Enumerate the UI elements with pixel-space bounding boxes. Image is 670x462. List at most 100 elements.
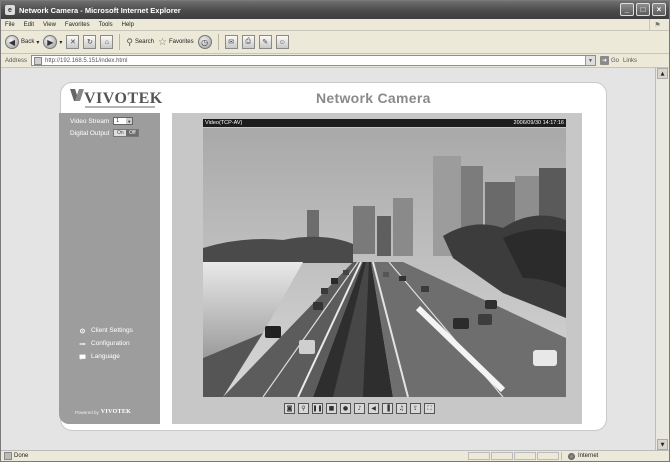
video-stream-row: Video Stream 1 ▼ — [70, 117, 134, 125]
favorites-star-icon: ☆ — [157, 36, 167, 48]
go-arrow-icon: ➜ — [600, 56, 610, 65]
powered-by-brand: VIVOTEK — [100, 409, 132, 415]
window-title: Network Camera - Microsoft Internet Expl… — [19, 5, 181, 15]
status-bar: Done Internet — [1, 450, 669, 461]
stream-name: Video(TCP-AV) — [205, 120, 243, 126]
history-icon[interactable]: ◷ — [197, 35, 212, 49]
maximize-button[interactable]: □ — [636, 3, 650, 16]
client-settings-label: Client Settings — [91, 327, 133, 334]
scroll-down-icon[interactable]: ▼ — [657, 439, 668, 450]
back-dropdown-icon[interactable]: ▾ — [36, 39, 39, 46]
language-label: Language — [91, 353, 120, 360]
video-control-bar: ◙ ⚲ ❚❚ ■ ● ♪ ◀ ▐ ♫ ⇪ ⛶ — [284, 403, 435, 414]
forward-dropdown-icon[interactable]: ▾ — [59, 39, 62, 46]
digital-output-off-button[interactable]: Off — [126, 130, 139, 136]
fullscreen-icon[interactable]: ⛶ — [424, 403, 435, 414]
toolbar: ◀ Back ▾ ▶ ▾ ✕ ↻ ⌂ ⚲ Search ☆ Favorites … — [1, 31, 669, 54]
messenger-icon[interactable]: ☺ — [275, 35, 289, 49]
live-video-view[interactable] — [203, 128, 566, 397]
mail-icon[interactable]: ✉ — [224, 35, 238, 49]
zone-label: Internet — [578, 453, 599, 459]
zoom-icon[interactable]: ⚲ — [298, 403, 309, 414]
toolbar-separator — [217, 34, 219, 50]
menu-file[interactable]: File — [5, 22, 15, 28]
back-button[interactable]: ◀ Back ▾ — [5, 35, 39, 49]
powered-by: Powered by VIVOTEK — [75, 409, 131, 415]
configuration-icon — [79, 342, 86, 345]
client-settings-link[interactable]: Client Settings — [79, 327, 133, 334]
digital-output-on-button[interactable]: On — [114, 130, 127, 136]
configuration-label: Configuration — [91, 340, 130, 347]
menu-favorites[interactable]: Favorites — [65, 22, 90, 28]
stop-page-icon[interactable]: ✕ — [66, 35, 80, 49]
video-stream-select[interactable]: 1 — [113, 117, 134, 125]
globe-icon — [568, 452, 575, 460]
security-zone: Internet — [561, 452, 661, 460]
page-icon — [34, 56, 43, 65]
configuration-link[interactable]: Configuration — [79, 340, 130, 347]
minimize-button[interactable]: _ — [620, 3, 634, 16]
back-label: Back — [21, 39, 35, 45]
address-dropdown-icon[interactable]: ▼ — [585, 56, 596, 65]
mute-icon[interactable]: ◀ — [368, 403, 379, 414]
address-bar: Address http://192.168.5.151/index.html … — [1, 54, 669, 68]
search-icon: ⚲ — [126, 36, 133, 47]
record-icon[interactable]: ● — [340, 403, 351, 414]
video-header: Video(TCP-AV) 2006/09/30 14:17:16 — [203, 119, 566, 127]
menu-tools[interactable]: Tools — [99, 22, 113, 28]
brand-name: VIVOTEK — [84, 90, 163, 107]
sidebar: Video Stream 1 ▼ Digital Output On Off C… — [59, 113, 160, 424]
upload-icon[interactable]: ⇪ — [410, 403, 421, 414]
status-text: Done — [14, 453, 29, 459]
status-cells — [468, 452, 559, 460]
home-icon[interactable]: ⌂ — [100, 35, 114, 49]
vivotek-logo[interactable]: VIVOTEK — [72, 89, 163, 108]
ie-icon: e — [5, 5, 15, 15]
search-button[interactable]: ⚲ Search — [126, 37, 154, 48]
city-highway-scene — [203, 128, 566, 397]
menu-bar: File Edit View Favorites Tools Help ⚑ — [1, 19, 669, 31]
powered-by-label: Powered by — [75, 409, 99, 415]
favorites-button[interactable]: ☆ Favorites — [158, 37, 194, 48]
digital-output-label: Digital Output — [70, 129, 110, 137]
menu-edit[interactable]: Edit — [24, 22, 34, 28]
windows-flag-icon: ⚑ — [649, 19, 665, 30]
address-label: Address — [5, 57, 28, 64]
address-url[interactable]: http://192.168.5.151/index.html — [45, 58, 127, 64]
refresh-icon[interactable]: ↻ — [83, 35, 97, 49]
language-link[interactable]: Language — [79, 353, 120, 360]
title-bar: e Network Camera - Microsoft Internet Ex… — [1, 1, 669, 19]
mic-icon[interactable]: ♫ — [396, 403, 407, 414]
talk-icon[interactable]: ▐ — [382, 403, 393, 414]
scroll-up-icon[interactable]: ▲ — [657, 68, 668, 79]
vertical-scrollbar[interactable]: ▲ ▼ — [655, 68, 668, 450]
forward-button[interactable]: ▶ ▾ — [43, 35, 62, 49]
window-controls: _ □ × — [620, 3, 666, 16]
pause-icon[interactable]: ❚❚ — [312, 403, 323, 414]
snapshot-icon[interactable]: ◙ — [284, 403, 295, 414]
page-done-icon — [4, 452, 12, 460]
stop-icon[interactable]: ■ — [326, 403, 337, 414]
volume-icon[interactable]: ♪ — [354, 403, 365, 414]
go-label: Go — [611, 57, 620, 64]
print-icon[interactable]: ⎙ — [241, 35, 255, 49]
links-button[interactable]: Links — [623, 58, 637, 64]
go-button[interactable]: ➜ Go — [600, 56, 619, 65]
digital-output-toggle[interactable]: On Off — [113, 129, 140, 137]
toolbar-separator — [119, 34, 121, 50]
video-stream-label: Video Stream — [70, 117, 110, 125]
vivotek-logo-mark-icon — [72, 89, 83, 104]
edit-icon[interactable]: ✎ — [258, 35, 272, 49]
menu-view[interactable]: View — [43, 22, 56, 28]
client-settings-icon — [80, 328, 85, 333]
back-arrow-icon: ◀ — [5, 35, 19, 49]
favorites-label: Favorites — [168, 39, 194, 45]
close-button[interactable]: × — [652, 3, 666, 16]
language-icon — [79, 354, 86, 360]
menu-help[interactable]: Help — [122, 22, 134, 28]
page-title: Network Camera — [316, 90, 431, 106]
forward-arrow-icon: ▶ — [43, 35, 58, 49]
digital-output-row: Digital Output On Off — [70, 129, 140, 137]
logo-tagline — [85, 106, 155, 108]
address-field[interactable]: http://192.168.5.151/index.html ▼ — [31, 55, 597, 66]
